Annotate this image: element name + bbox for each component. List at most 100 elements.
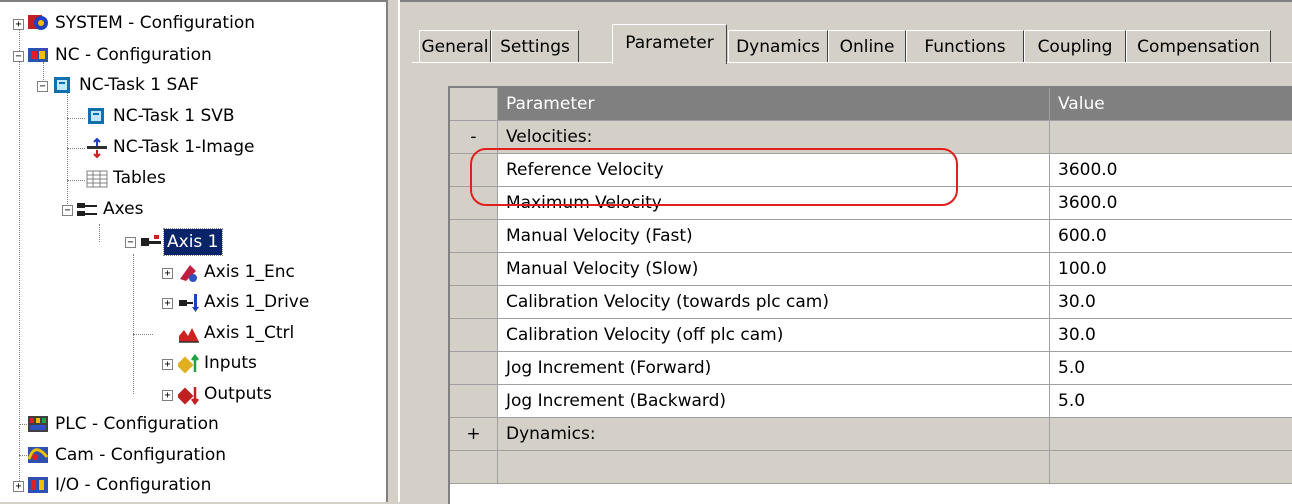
inputs-icon [178, 354, 199, 374]
parameter-value[interactable]: 30.0 [1050, 286, 1292, 319]
io-config-icon [28, 477, 48, 493]
collapse-icon[interactable]: − [37, 81, 48, 92]
parameter-value[interactable]: 100.0 [1050, 253, 1292, 286]
expand-toggle[interactable]: + [450, 418, 498, 451]
tree-item-label: Axis 1_Drive [204, 292, 310, 312]
controller-icon [179, 328, 199, 343]
group-row-velocities[interactable]: - Velocities: [450, 121, 1292, 154]
collapse-toggle[interactable]: - [450, 121, 498, 154]
expand-icon[interactable]: + [162, 359, 173, 370]
collapse-icon[interactable]: − [125, 237, 136, 248]
axes-icon [77, 203, 97, 216]
tab-dynamics[interactable]: Dynamics [728, 30, 828, 63]
tree-item-nc-task-svb[interactable]: NC-Task 1 SVB [0, 103, 380, 131]
table-row[interactable]: Manual Velocity (Fast) 600.0 [450, 220, 1292, 253]
tab-functions[interactable]: Functions [906, 30, 1024, 63]
parameter-value[interactable]: 30.0 [1050, 319, 1292, 352]
table-row[interactable]: Manual Velocity (Slow) 100.0 [450, 253, 1292, 286]
tree-item-label: Axes [103, 199, 144, 219]
tree-item-label: NC - Configuration [55, 45, 212, 65]
outputs-icon [178, 387, 199, 405]
table-row[interactable]: Reference Velocity 3600.0 [450, 154, 1292, 187]
expand-icon[interactable]: + [162, 390, 173, 401]
tree-item-nc[interactable]: − NC - Configuration [0, 42, 380, 70]
table-row[interactable]: Calibration Velocity (towards plc cam) 3… [450, 286, 1292, 319]
table-icon [86, 170, 108, 188]
tree-item-system[interactable]: + SYSTEM - Configuration [0, 10, 380, 38]
parameter-name: Calibration Velocity (towards plc cam) [498, 286, 1050, 319]
tree-item-nc-task-saf[interactable]: − NC-Task 1 SAF [0, 72, 380, 100]
parameter-value[interactable]: 5.0 [1050, 385, 1292, 418]
tree-item-label: SYSTEM - Configuration [55, 13, 255, 33]
header-value[interactable]: Value [1050, 88, 1292, 121]
parameter-name: Manual Velocity (Slow) [498, 253, 1050, 286]
tree-item-label: NC-Task 1 SVB [113, 106, 235, 126]
tab-parameter[interactable]: Parameter [612, 24, 727, 64]
tree-item-outputs[interactable]: + Outputs [0, 381, 380, 409]
tree-item-label: NC-Task 1 SAF [79, 75, 199, 95]
collapse-icon[interactable]: − [62, 205, 73, 216]
tree-item-label: Outputs [204, 384, 272, 404]
parameter-name: Jog Increment (Backward) [498, 385, 1050, 418]
parameter-value[interactable]: 600.0 [1050, 220, 1292, 253]
expand-icon[interactable]: + [162, 298, 173, 309]
tree-item-nc-task-image[interactable]: NC-Task 1-Image [0, 134, 380, 162]
row-gutter [450, 187, 498, 220]
row-gutter [450, 352, 498, 385]
tab-strip-edge [412, 62, 1292, 63]
group-label: Dynamics: [498, 418, 1050, 451]
tree-item-label: Axis 1_Enc [204, 262, 295, 282]
system-config-icon [28, 15, 48, 30]
tree-item-axis-ctrl[interactable]: Axis 1_Ctrl [0, 320, 380, 348]
header-gutter [450, 88, 498, 121]
tree-item-cam[interactable]: Cam - Configuration [0, 442, 380, 470]
group-value [1050, 451, 1292, 484]
row-gutter [450, 253, 498, 286]
tree-item-tables[interactable]: Tables [0, 165, 380, 193]
row-gutter [450, 154, 498, 187]
tab-online[interactable]: Online [828, 30, 906, 63]
tab-compensation[interactable]: Compensation [1126, 30, 1271, 63]
table-row[interactable]: Jog Increment (Forward) 5.0 [450, 352, 1292, 385]
group-row-dynamics[interactable]: + Dynamics: [450, 418, 1292, 451]
tree-item-label: I/O - Configuration [55, 475, 212, 495]
parameter-value[interactable]: 3600.0 [1050, 154, 1292, 187]
tree-item-label: Tables [113, 168, 166, 188]
header-parameter[interactable]: Parameter [498, 88, 1050, 121]
expand-icon[interactable]: + [13, 481, 24, 492]
tab-coupling[interactable]: Coupling [1024, 30, 1126, 63]
grid-header-row: Parameter Value [450, 88, 1292, 121]
tree-item-label: Inputs [204, 353, 257, 373]
tab-general[interactable]: General [419, 30, 491, 63]
expand-icon[interactable]: + [13, 19, 24, 30]
tree-item-plc[interactable]: PLC - Configuration [0, 411, 380, 439]
group-value [1050, 121, 1292, 154]
plc-config-icon [28, 416, 48, 432]
parameter-grid[interactable]: Parameter Value - Velocities: Reference … [448, 86, 1292, 504]
row-gutter [450, 451, 498, 484]
pane-splitter[interactable] [388, 0, 398, 502]
tree-item-label: Cam - Configuration [55, 445, 227, 465]
table-row[interactable]: Calibration Velocity (off plc cam) 30.0 [450, 319, 1292, 352]
tree-item-axis-1[interactable]: − Axis 1 [0, 228, 380, 256]
parameter-value[interactable]: 3600.0 [1050, 187, 1292, 220]
tree-item-axes[interactable]: − Axes [0, 196, 380, 224]
properties-pane: General Settings Parameter Dynamics Onli… [400, 0, 1292, 504]
tree-item-io[interactable]: + I/O - Configuration [0, 472, 380, 500]
group-value [1050, 418, 1292, 451]
row-gutter [450, 220, 498, 253]
group-label [498, 451, 1050, 484]
configuration-tree[interactable]: + SYSTEM - Configuration − NC - Configur… [0, 0, 388, 502]
collapse-icon[interactable]: − [13, 51, 24, 62]
axis-icon [141, 235, 161, 246]
tree-item-label: Axis 1 [163, 228, 223, 256]
tab-settings[interactable]: Settings [491, 30, 579, 63]
tree-item-axis-drive[interactable]: + Axis 1_Drive [0, 289, 380, 317]
parameter-value[interactable]: 5.0 [1050, 352, 1292, 385]
tree-item-axis-enc[interactable]: + Axis 1_Enc [0, 259, 380, 287]
group-row-partial[interactable] [450, 451, 1292, 484]
table-row[interactable]: Maximum Velocity 3600.0 [450, 187, 1292, 220]
table-row[interactable]: Jog Increment (Backward) 5.0 [450, 385, 1292, 418]
tree-item-inputs[interactable]: + Inputs [0, 350, 380, 378]
expand-icon[interactable]: + [162, 268, 173, 279]
